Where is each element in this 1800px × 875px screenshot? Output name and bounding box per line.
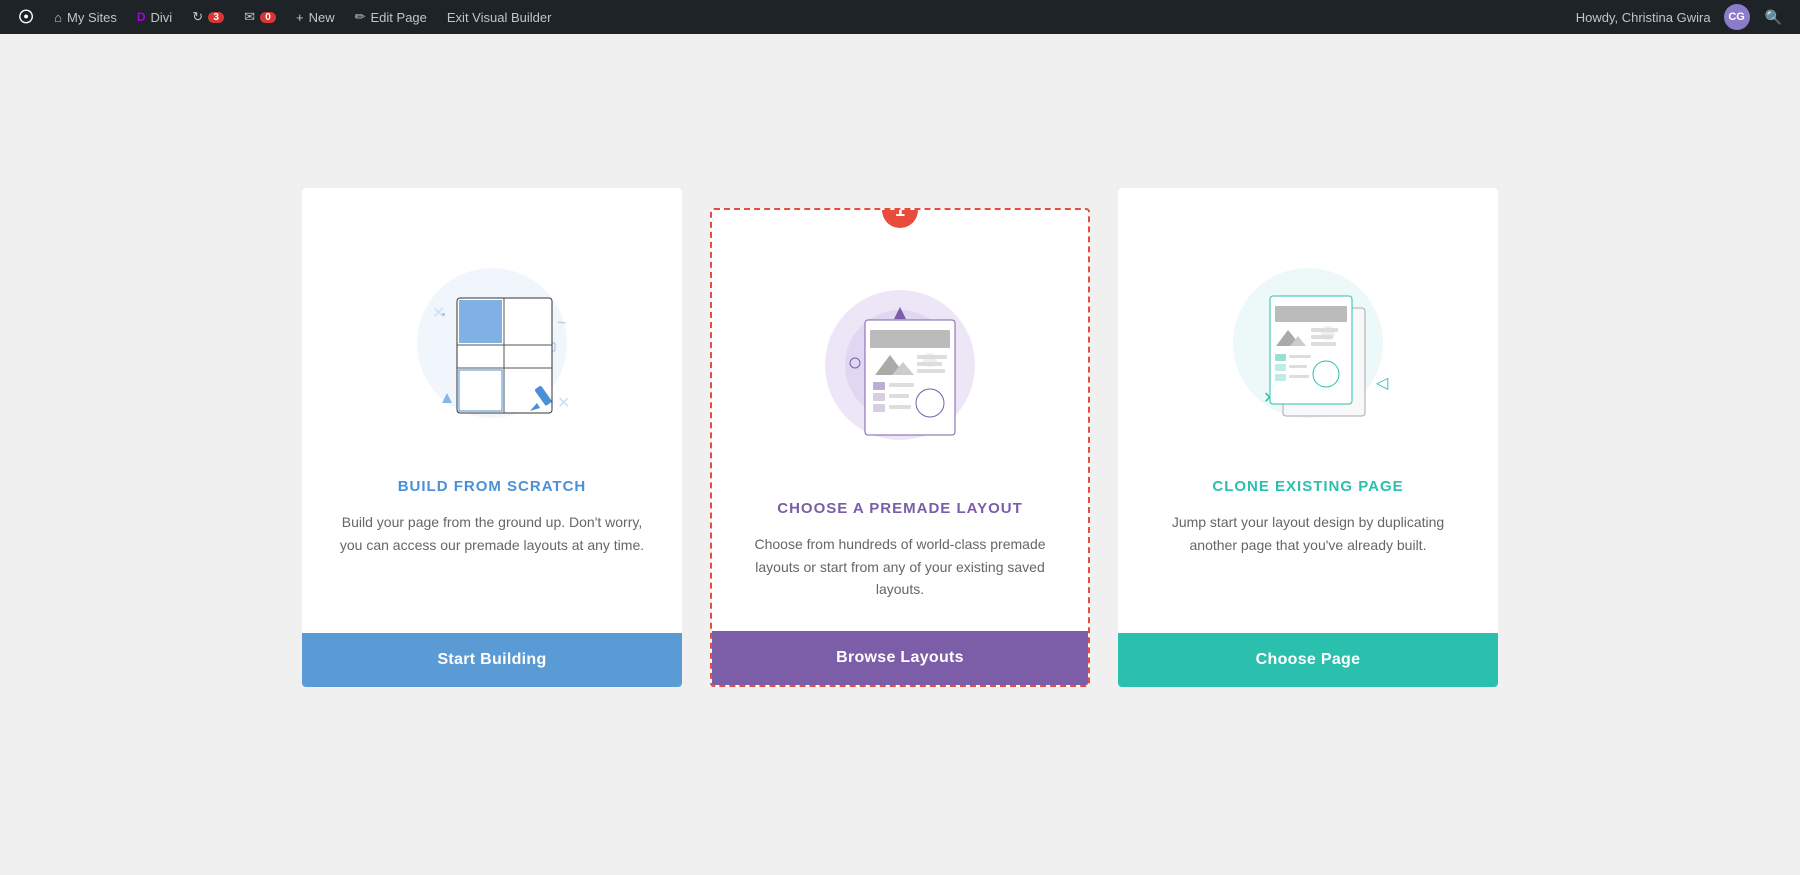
build-scratch-desc: Build your page from the ground up. Don'… (332, 511, 652, 556)
my-sites-menu[interactable]: ⌂ My Sites (44, 0, 127, 34)
edit-page-label: Edit Page (371, 10, 427, 25)
search-icon[interactable]: 🔍 (1755, 9, 1792, 26)
howdy-text: Howdy, Christina Gwira (1568, 10, 1719, 25)
build-scratch-illustration: ~ ✕ (392, 228, 592, 448)
choose-page-button[interactable]: Choose Page (1118, 633, 1498, 687)
divi-icon: D (137, 10, 146, 24)
clone-page-card: ✕ ◁ (1118, 188, 1498, 686)
plus-icon: + (296, 10, 304, 25)
my-sites-label: My Sites (67, 10, 117, 25)
admin-bar: ☉ ⌂ My Sites D Divi ↻ 3 ✉ 0 + New ✏ Edit… (0, 0, 1800, 34)
choose-premade-illustration: ✕ — (800, 250, 1000, 470)
divi-label: Divi (151, 10, 173, 25)
choose-premade-card: 1 ✕ — (710, 208, 1090, 686)
comments-count: 0 (260, 12, 276, 23)
user-avatar[interactable]: CG (1724, 4, 1750, 30)
admin-bar-right: Howdy, Christina Gwira CG 🔍 (1568, 4, 1792, 30)
main-content: ~ ✕ (0, 34, 1800, 841)
svg-text:✕: ✕ (557, 395, 570, 412)
build-scratch-card: ~ ✕ (302, 188, 682, 686)
updates-count: 3 (208, 12, 224, 23)
comments-menu[interactable]: ✉ 0 (234, 0, 286, 34)
updates-icon: ↻ (192, 9, 203, 25)
divi-menu[interactable]: D Divi (127, 0, 182, 34)
comments-icon: ✉ (244, 9, 255, 25)
new-label: New (309, 10, 335, 25)
my-sites-icon: ⌂ (54, 10, 62, 25)
build-scratch-title: BUILD FROM SCRATCH (398, 478, 587, 495)
start-building-button[interactable]: Start Building (302, 633, 682, 687)
browse-layouts-button[interactable]: Browse Layouts (712, 631, 1088, 685)
exit-builder-menu[interactable]: Exit Visual Builder (437, 0, 562, 34)
svg-text:~: ~ (557, 315, 566, 332)
clone-page-illustration: ✕ ◁ (1208, 228, 1408, 448)
clone-page-desc: Jump start your layout design by duplica… (1148, 511, 1468, 556)
updates-menu[interactable]: ↻ 3 (182, 0, 234, 34)
edit-icon: ✏ (355, 9, 366, 25)
svg-text:◁: ◁ (1376, 375, 1389, 392)
wordpress-logo[interactable]: ☉ (8, 0, 44, 34)
choose-premade-title: CHOOSE A PREMADE LAYOUT (777, 500, 1023, 517)
cards-container: ~ ✕ (200, 188, 1600, 686)
new-menu[interactable]: + New (286, 0, 345, 34)
edit-page-menu[interactable]: ✏ Edit Page (345, 0, 437, 34)
clone-page-title: CLONE EXISTING PAGE (1212, 478, 1403, 495)
svg-text:✕: ✕ (432, 305, 445, 322)
choose-premade-desc: Choose from hundreds of world-class prem… (742, 533, 1058, 600)
exit-builder-label: Exit Visual Builder (447, 10, 552, 25)
